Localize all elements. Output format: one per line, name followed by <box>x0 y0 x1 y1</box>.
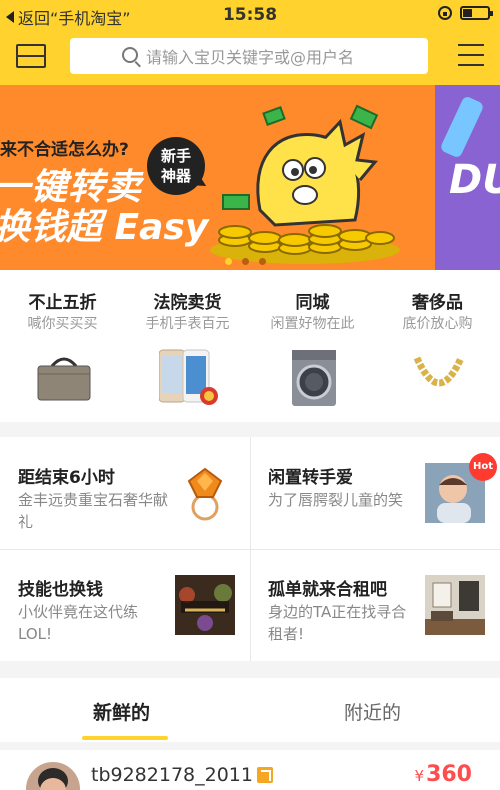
category-local[interactable]: 同城 闲置好物在此 <box>250 270 375 422</box>
category-subtitle: 闲置好物在此 <box>270 316 355 332</box>
promo-gaming[interactable]: 技能也换钱 小伙伴竟在这代练LOL! <box>0 549 250 661</box>
mascot-illustration <box>210 104 400 264</box>
bubble-line2: 神器 <box>160 167 191 185</box>
banner-line3: 换钱超 Easy <box>0 207 209 248</box>
status-icons <box>438 6 493 20</box>
top-nav: 请输入宝贝关键字或@用户名 <box>0 30 500 85</box>
category-icon[interactable] <box>16 40 46 70</box>
currency-symbol: ¥ <box>414 767 425 785</box>
category-subtitle: 底价放心购 <box>402 316 473 332</box>
promo-title: 距结束6小时 <box>18 468 115 488</box>
carousel-dot[interactable] <box>259 258 266 265</box>
category-title: 奢侈品 <box>412 293 463 313</box>
seller-badge-icon <box>257 767 273 783</box>
promo-title: 技能也换钱 <box>18 580 103 600</box>
promo-title: 闲置转手爱 <box>268 468 353 488</box>
avatar[interactable] <box>26 762 80 790</box>
banner-bubble: 新手 神器 <box>147 137 205 195</box>
feed-item[interactable]: tb9282178_2011 ¥360 <box>0 750 500 790</box>
promo-roommate[interactable]: 孤单就来合租吧 身边的TA正在找寻合租者! <box>250 549 500 661</box>
promo-desc: 小伙伴竟在这代练LOL! <box>18 603 139 643</box>
search-icon <box>122 47 138 63</box>
category-title: 不止五折 <box>28 293 97 313</box>
seller-username[interactable]: tb9282178_2011 <box>91 764 253 786</box>
promo-banner[interactable]: 来不合适怎么办? 一键转卖 换钱超 Easy 新手 神器 DU <box>0 85 500 270</box>
hot-badge: Hot <box>469 453 497 481</box>
category-row: 不止五折 喊你买买买 法院卖货 手机手表百元 同城 闲置好物在此 奢侈品 底价放… <box>0 270 500 422</box>
necklace-icon <box>413 356 465 387</box>
feed-tabs: 新鲜的 附近的 <box>0 678 500 742</box>
search-placeholder: 请输入宝贝关键字或@用户名 <box>146 48 355 67</box>
search-input[interactable]: 请输入宝贝关键字或@用户名 <box>70 38 428 74</box>
phone-icon <box>159 349 218 405</box>
gem-ring-icon <box>187 467 223 521</box>
item-price: ¥360 <box>415 762 472 787</box>
active-tab-indicator <box>82 736 168 740</box>
price-value: 360 <box>426 762 472 787</box>
carousel-dots <box>225 258 266 265</box>
promo-desc: 为了唇腭裂儿童的笑 <box>268 491 404 509</box>
category-luxury[interactable]: 奢侈品 底价放心购 <box>375 270 500 422</box>
status-bar: 返回“手机淘宝” 15:58 <box>0 0 500 30</box>
carousel-dot[interactable] <box>242 258 249 265</box>
battery-icon <box>460 6 493 20</box>
game-poster-icon <box>175 575 235 635</box>
promo-title: 孤单就来合租吧 <box>268 580 387 600</box>
promo-desc: 身边的TA正在找寻合租者! <box>268 603 407 643</box>
next-banner-preview[interactable]: DU <box>435 85 500 270</box>
tab-fresh[interactable]: 新鲜的 <box>93 698 150 725</box>
promo-desc: 金丰远贵重宝石奢华献礼 <box>18 491 169 531</box>
promo-charity[interactable]: 闲置转手爱 为了唇腭裂儿童的笑 Hot <box>250 437 500 549</box>
rotation-lock-icon <box>438 6 452 20</box>
bubble-line1: 新手 <box>160 147 191 165</box>
handbag-icon <box>37 357 91 401</box>
category-subtitle: 喊你买买买 <box>27 316 98 332</box>
promo-gem[interactable]: 距结束6小时 金丰远贵重宝石奢华献礼 <box>0 437 250 549</box>
tab-nearby[interactable]: 附近的 <box>344 698 401 725</box>
category-title: 法院卖货 <box>153 293 222 313</box>
category-title: 同城 <box>295 293 330 313</box>
menu-icon[interactable] <box>458 44 484 66</box>
room-photo-icon <box>425 575 485 635</box>
carousel-dot[interactable] <box>225 258 232 265</box>
banner-line1: 来不合适怎么办? <box>0 140 129 160</box>
category-discount[interactable]: 不止五折 喊你买买买 <box>0 270 125 422</box>
category-court-sale[interactable]: 法院卖货 手机手表百元 <box>125 270 250 422</box>
next-banner-text: DU <box>449 157 500 203</box>
promo-grid: 距结束6小时 金丰远贵重宝石奢华献礼 闲置转手爱 为了唇腭裂儿童的笑 Hot 技… <box>0 437 500 661</box>
washing-machine-icon <box>292 350 336 406</box>
status-time: 15:58 <box>222 5 278 25</box>
category-subtitle: 手机手表百元 <box>145 316 230 332</box>
